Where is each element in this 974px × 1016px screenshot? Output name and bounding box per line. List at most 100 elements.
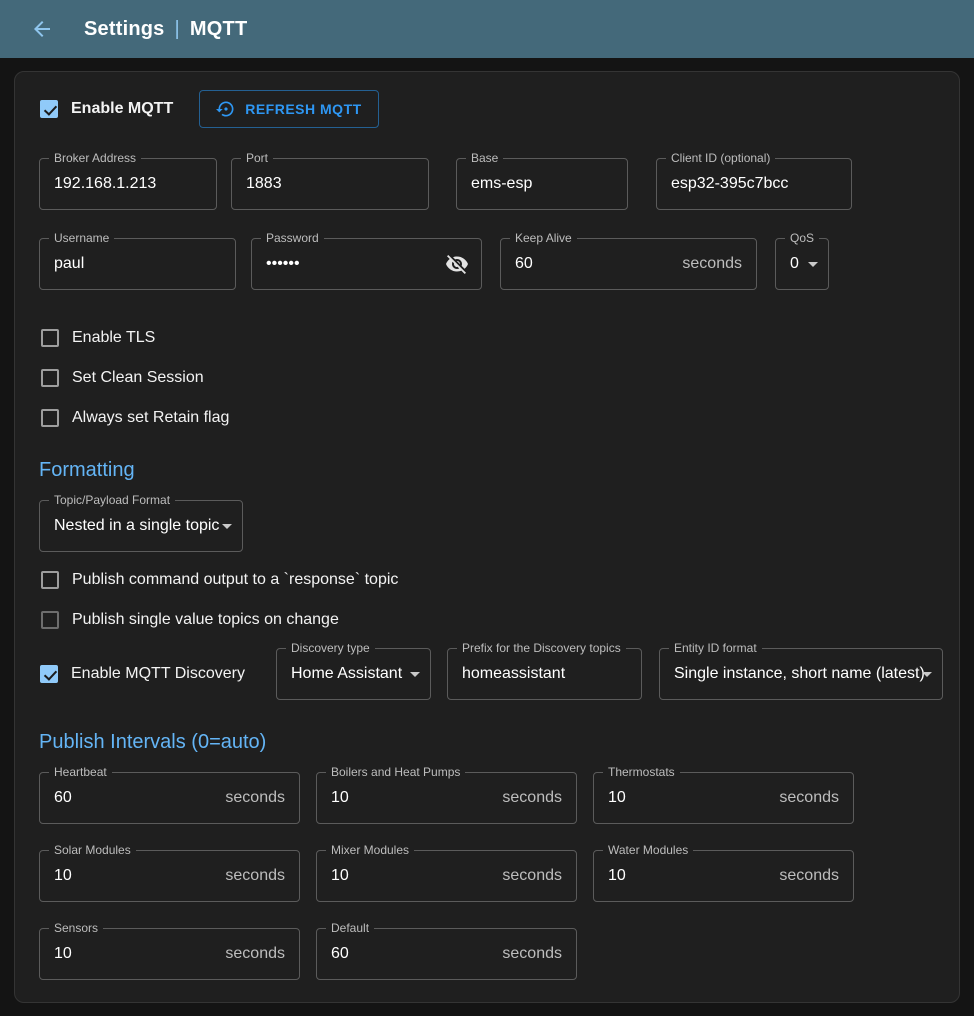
thermostats-field: Thermostats seconds — [593, 772, 854, 824]
visibility-off-icon — [445, 252, 469, 276]
port-input[interactable] — [232, 159, 428, 209]
default-interval-label: Default — [326, 921, 374, 936]
client-id-input[interactable] — [657, 159, 851, 209]
boilers-input[interactable] — [317, 773, 494, 823]
discovery-prefix-label: Prefix for the Discovery topics — [457, 641, 626, 656]
credentials-fields-row: Username Password Keep Alive seconds QoS… — [39, 238, 949, 290]
thermostats-input[interactable] — [594, 773, 771, 823]
username-field: Username — [39, 238, 236, 290]
water-modules-field: Water Modules seconds — [593, 850, 854, 902]
topic-payload-format-value: Nested in a single topic — [54, 517, 245, 535]
refresh-restore-icon — [216, 99, 236, 119]
client-id-field: Client ID (optional) — [656, 158, 852, 210]
sensors-label: Sensors — [49, 921, 103, 936]
discovery-prefix-field: Prefix for the Discovery topics — [447, 648, 642, 700]
username-input[interactable] — [40, 239, 235, 289]
base-field: Base — [456, 158, 628, 210]
page-title-settings: Settings — [84, 18, 165, 40]
discovery-type-label: Discovery type — [286, 641, 375, 656]
mqtt-settings-card: Enable MQTT REFRESH MQTT Broker Address … — [14, 71, 960, 1003]
water-modules-label: Water Modules — [603, 843, 693, 858]
broker-address-input[interactable] — [40, 159, 216, 209]
password-field: Password — [251, 238, 482, 290]
qos-label: QoS — [785, 231, 819, 246]
base-label: Base — [466, 151, 503, 166]
port-field: Port — [231, 158, 429, 210]
publish-response-row: Publish command output to a `response` t… — [40, 560, 949, 600]
sensors-field: Sensors seconds — [39, 928, 300, 980]
solar-modules-field: Solar Modules seconds — [39, 850, 300, 902]
topic-payload-format-select[interactable]: Topic/Payload Format Nested in a single … — [39, 500, 243, 552]
enable-discovery-checkbox[interactable] — [40, 665, 58, 683]
page-title-section: MQTT — [190, 18, 247, 40]
formatting-heading: Formatting — [39, 456, 949, 484]
publish-single-checkbox-row[interactable]: Publish single value topics on change — [40, 611, 339, 629]
mixer-modules-input[interactable] — [317, 851, 494, 901]
heartbeat-unit: seconds — [217, 789, 299, 807]
default-interval-unit: seconds — [494, 945, 576, 963]
clean-session-label: Set Clean Session — [72, 369, 204, 387]
boilers-unit: seconds — [494, 789, 576, 807]
retain-flag-checkbox[interactable] — [41, 409, 59, 427]
password-input[interactable] — [252, 239, 441, 289]
default-interval-field: Default seconds — [316, 928, 577, 980]
keep-alive-input[interactable] — [501, 239, 674, 289]
enable-tls-label: Enable TLS — [72, 329, 155, 347]
entity-id-format-select[interactable]: Entity ID format Single instance, short … — [659, 648, 943, 700]
topic-payload-format-label: Topic/Payload Format — [49, 493, 175, 508]
enable-tls-checkbox[interactable] — [41, 329, 59, 347]
dropdown-caret-icon — [410, 672, 420, 677]
refresh-mqtt-button[interactable]: REFRESH MQTT — [199, 90, 378, 128]
discovery-type-select[interactable]: Discovery type Home Assistant — [276, 648, 431, 700]
broker-address-label: Broker Address — [49, 151, 141, 166]
arrow-back-icon — [30, 17, 54, 41]
base-input[interactable] — [457, 159, 627, 209]
water-modules-input[interactable] — [594, 851, 771, 901]
app-bar: Settings | MQTT — [0, 0, 974, 58]
mixer-modules-unit: seconds — [494, 867, 576, 885]
enable-tls-row: Enable TLS — [40, 318, 949, 358]
enable-mqtt-label: Enable MQTT — [71, 100, 173, 118]
boilers-label: Boilers and Heat Pumps — [326, 765, 465, 780]
formatting-options: Publish command output to a `response` t… — [39, 560, 949, 640]
publish-single-row: Publish single value topics on change — [40, 600, 949, 640]
topic-format-row: Topic/Payload Format Nested in a single … — [39, 500, 949, 552]
heartbeat-field: Heartbeat seconds — [39, 772, 300, 824]
publish-response-checkbox-row[interactable]: Publish command output to a `response` t… — [40, 571, 398, 589]
publish-single-label: Publish single value topics on change — [72, 611, 339, 629]
thermostats-unit: seconds — [771, 789, 853, 807]
retain-flag-checkbox-row[interactable]: Always set Retain flag — [40, 409, 229, 427]
default-interval-input[interactable] — [317, 929, 494, 979]
publish-response-label: Publish command output to a `response` t… — [72, 571, 398, 589]
thermostats-label: Thermostats — [603, 765, 680, 780]
solar-modules-label: Solar Modules — [49, 843, 136, 858]
client-id-label: Client ID (optional) — [666, 151, 775, 166]
password-visibility-toggle[interactable] — [441, 252, 481, 276]
dropdown-caret-icon — [922, 672, 932, 677]
back-button[interactable] — [22, 9, 62, 49]
keep-alive-field: Keep Alive seconds — [500, 238, 757, 290]
port-label: Port — [241, 151, 273, 166]
discovery-prefix-input[interactable] — [448, 649, 641, 699]
enable-mqtt-checkbox-row[interactable]: Enable MQTT — [39, 100, 173, 118]
enable-mqtt-checkbox[interactable] — [40, 100, 58, 118]
heartbeat-input[interactable] — [40, 773, 217, 823]
publish-response-checkbox[interactable] — [41, 571, 59, 589]
clean-session-row: Set Clean Session — [40, 358, 949, 398]
entity-id-format-value: Single instance, short name (latest) — [674, 665, 951, 683]
broker-fields-row: Broker Address Port Base Client ID (opti… — [39, 158, 949, 210]
clean-session-checkbox-row[interactable]: Set Clean Session — [40, 369, 204, 387]
sensors-input[interactable] — [40, 929, 217, 979]
enable-discovery-checkbox-row[interactable]: Enable MQTT Discovery — [39, 665, 245, 683]
solar-modules-input[interactable] — [40, 851, 217, 901]
clean-session-checkbox[interactable] — [41, 369, 59, 387]
enable-tls-checkbox-row[interactable]: Enable TLS — [40, 329, 155, 347]
qos-select[interactable]: QoS 0 — [775, 238, 829, 290]
password-label: Password — [261, 231, 324, 246]
publish-single-checkbox[interactable] — [41, 611, 59, 629]
keep-alive-unit: seconds — [674, 255, 756, 273]
page-title: Settings | MQTT — [84, 18, 247, 41]
title-separator: | — [175, 18, 180, 40]
retain-flag-label: Always set Retain flag — [72, 409, 229, 427]
enable-discovery-label: Enable MQTT Discovery — [71, 665, 245, 683]
